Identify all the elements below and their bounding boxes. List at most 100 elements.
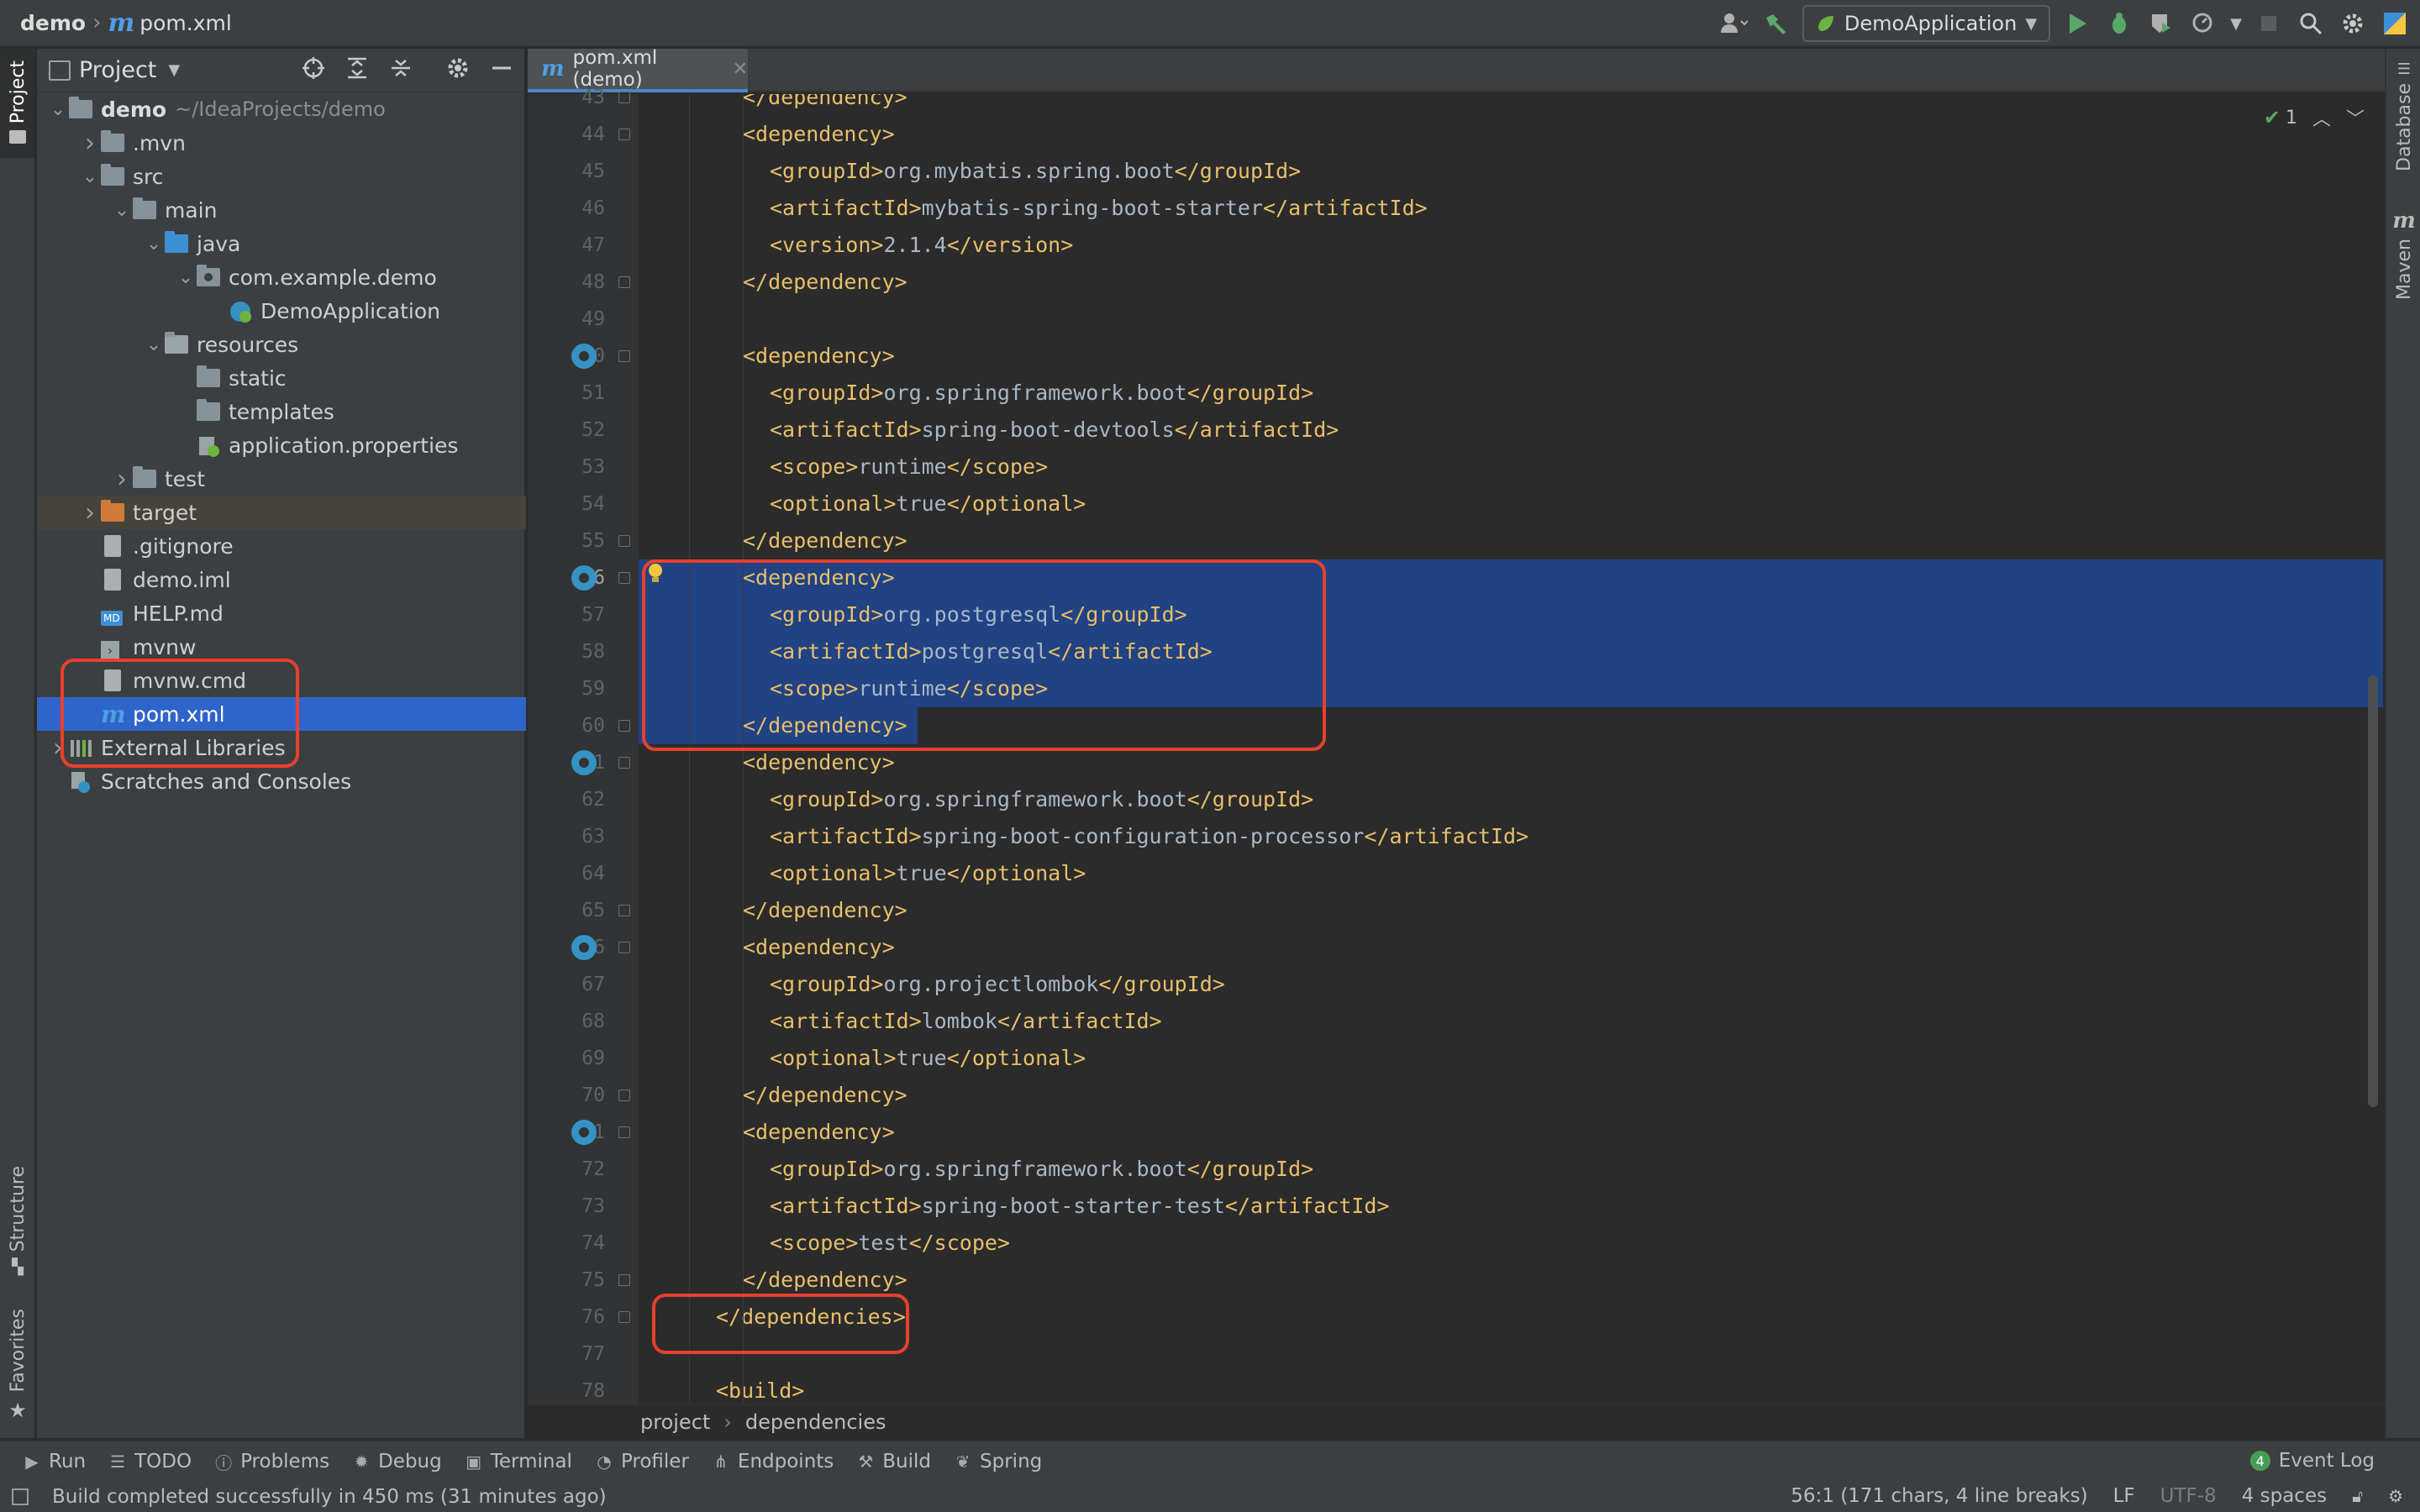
fold-marker-icon[interactable]: [618, 350, 630, 362]
code-line[interactable]: <dependency>: [639, 116, 2383, 153]
maven-dependency-gutter-icon[interactable]: [571, 1120, 597, 1145]
fold-marker-icon[interactable]: [618, 1126, 630, 1138]
run-configuration-select[interactable]: DemoApplication ▼: [1802, 5, 2051, 42]
line-number[interactable]: 62: [528, 781, 605, 818]
line-separator[interactable]: LF: [2113, 1485, 2135, 1507]
fold-marker-icon[interactable]: [618, 905, 630, 916]
code-line[interactable]: <artifactId>lombok</artifactId>: [639, 1003, 2383, 1040]
code-line[interactable]: <scope>test</scope>: [639, 1225, 2383, 1262]
line-number[interactable]: 64: [528, 855, 605, 892]
profile-icon[interactable]: [2188, 8, 2218, 39]
file-encoding[interactable]: UTF-8: [2160, 1485, 2217, 1507]
code-line[interactable]: <version>2.1.4</version>: [639, 227, 2383, 264]
code-line[interactable]: <dependency>: [639, 338, 2383, 375]
code-line[interactable]: </dependency>: [639, 1262, 2383, 1299]
toolwindow-problems[interactable]: ⓘ Problems: [215, 1451, 329, 1473]
code-line[interactable]: <optional>true</optional>: [639, 855, 2383, 892]
code-line[interactable]: </dependency>: [639, 522, 2383, 559]
line-number[interactable]: 77: [528, 1336, 605, 1373]
tree-item[interactable]: ⌄ resources: [37, 328, 526, 361]
maven-dependency-gutter-icon[interactable]: [571, 565, 597, 591]
breadcrumb-file[interactable]: pom.xml: [139, 11, 232, 35]
fold-marker-icon[interactable]: [618, 92, 630, 103]
debug-icon[interactable]: [2104, 8, 2134, 39]
tree-item[interactable]: ⌄ main: [37, 193, 526, 227]
fold-marker-icon[interactable]: [618, 757, 630, 769]
chevron-down-icon[interactable]: ﹀: [2346, 104, 2365, 131]
line-number[interactable]: 58: [528, 633, 605, 670]
toolwindow-todo[interactable]: ☰ TODO: [109, 1451, 192, 1473]
line-number[interactable]: 57: [528, 596, 605, 633]
fold-marker-icon[interactable]: [618, 720, 630, 732]
code-line[interactable]: <dependency>: [639, 1114, 2383, 1151]
fold-marker-icon[interactable]: [618, 129, 630, 140]
chevron-down-icon[interactable]: ⌄: [175, 267, 197, 288]
line-number[interactable]: 65: [528, 892, 605, 929]
collapse-all-icon[interactable]: [388, 55, 413, 84]
line-number[interactable]: 49: [528, 301, 605, 338]
breadcrumb-project[interactable]: demo: [20, 11, 86, 35]
line-number[interactable]: 72: [528, 1151, 605, 1188]
run-icon[interactable]: [2062, 8, 2092, 39]
close-tab-icon[interactable]: ✕: [733, 59, 748, 80]
user-icon[interactable]: [1718, 8, 1749, 39]
line-number[interactable]: 55: [528, 522, 605, 559]
chevron-down-icon[interactable]: ⌄: [47, 99, 69, 120]
line-number[interactable]: 51: [528, 375, 605, 412]
code-line[interactable]: </dependency>: [639, 94, 2383, 116]
more-run-options-chevron-icon[interactable]: ▼: [2230, 15, 2242, 33]
toolwindow-build[interactable]: ⚒ Build: [857, 1451, 931, 1473]
code-line[interactable]: <groupId>org.mybatis.spring.boot</groupI…: [639, 153, 2383, 190]
chevron-down-icon[interactable]: ▼: [168, 61, 180, 79]
code-line[interactable]: </dependency>: [639, 892, 2383, 929]
code-line[interactable]: <artifactId>spring-boot-starter-test</ar…: [639, 1188, 2383, 1225]
chevron-down-icon[interactable]: ⌄: [143, 334, 165, 355]
toolwindow-profiler[interactable]: ◔ Profiler: [596, 1451, 689, 1473]
tool-tab-database[interactable]: ☰ Database: [2386, 60, 2420, 171]
code-line[interactable]: <artifactId>spring-boot-configuration-pr…: [639, 818, 2383, 855]
editor-scrollbar[interactable]: [2368, 675, 2378, 1107]
breadcrumb-project[interactable]: project: [640, 1410, 710, 1434]
code-line[interactable]: <artifactId>spring-boot-devtools</artifa…: [639, 412, 2383, 449]
tree-item[interactable]: demo.iml: [37, 563, 526, 596]
line-number[interactable]: 53: [528, 449, 605, 486]
code-line[interactable]: <artifactId>mybatis-spring-boot-starter<…: [639, 190, 2383, 227]
expand-all-icon[interactable]: [345, 55, 370, 84]
line-number[interactable]: 45: [528, 153, 605, 190]
tree-item[interactable]: DemoApplication: [37, 294, 526, 328]
code-line[interactable]: <dependency>: [639, 929, 2383, 966]
fold-marker-icon[interactable]: [618, 1274, 630, 1286]
chevron-down-icon[interactable]: ⌄: [79, 166, 101, 187]
hide-panel-icon[interactable]: [489, 55, 514, 84]
tool-tab-maven[interactable]: m Maven: [2386, 208, 2420, 300]
coverage-icon[interactable]: [2146, 8, 2176, 39]
code-line[interactable]: <scope>runtime</scope>: [639, 449, 2383, 486]
chevron-right-icon[interactable]: ›: [79, 498, 101, 528]
line-number[interactable]: 52: [528, 412, 605, 449]
fold-marker-icon[interactable]: [618, 572, 630, 584]
toolwindow-endpoints[interactable]: ⋔ Endpoints: [713, 1451, 834, 1473]
tree-item[interactable]: ⌄ src: [37, 160, 526, 193]
line-number[interactable]: 59: [528, 670, 605, 707]
search-icon[interactable]: [2296, 8, 2326, 39]
line-number[interactable]: 43: [528, 79, 605, 116]
chevron-down-icon[interactable]: ⌄: [143, 234, 165, 255]
fold-marker-icon[interactable]: [618, 276, 630, 288]
line-number[interactable]: 69: [528, 1040, 605, 1077]
line-number[interactable]: 54: [528, 486, 605, 522]
code-line[interactable]: </dependency>: [639, 1077, 2383, 1114]
project-view-title[interactable]: Project: [79, 57, 156, 83]
breadcrumb-dependencies[interactable]: dependencies: [745, 1410, 886, 1434]
inspection-widget[interactable]: ✔ 1 ︿ ﹀: [2264, 104, 2365, 131]
tree-item[interactable]: › .mvn: [37, 126, 526, 160]
caret-position[interactable]: 56:1 (171 chars, 4 line breaks): [1791, 1485, 2087, 1507]
chevron-right-icon[interactable]: ›: [79, 129, 101, 158]
fold-marker-icon[interactable]: [618, 942, 630, 953]
status-message[interactable]: Build completed successfully in 450 ms (…: [52, 1486, 607, 1508]
toolwindow-terminal[interactable]: ▣ Terminal: [466, 1451, 572, 1473]
code-line[interactable]: [639, 301, 2383, 338]
indent-setting[interactable]: 4 spaces: [2242, 1485, 2327, 1507]
notifications-icon[interactable]: ⚙: [2388, 1486, 2403, 1506]
tree-item[interactable]: ⌄ java: [37, 227, 526, 260]
code-line[interactable]: <build>: [639, 1373, 2383, 1404]
